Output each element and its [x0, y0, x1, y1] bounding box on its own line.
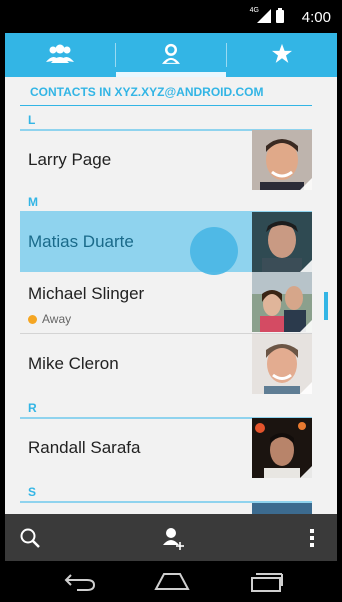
account-header-rule: [20, 105, 312, 106]
status-bar: 4G 4:00: [5, 0, 337, 33]
groups-icon: [46, 44, 74, 63]
contact-photo[interactable]: [252, 272, 312, 332]
contact-name: Matias Duarte: [28, 232, 134, 251]
overflow-menu-icon[interactable]: [309, 528, 315, 548]
recents-icon[interactable]: [250, 571, 284, 593]
scrollbar[interactable]: [324, 292, 328, 320]
away-status-icon: [28, 315, 37, 324]
star-icon: [272, 43, 292, 63]
account-header: CONTACTS IN XYZ.XYZ@ANDROID.COM: [30, 85, 264, 99]
section-header-s: S: [28, 485, 37, 499]
contact-photo-partial: [252, 503, 312, 514]
tab-favorites[interactable]: [227, 33, 337, 77]
search-icon[interactable]: [19, 527, 41, 549]
tab-bar: [5, 33, 337, 77]
tab-contacts[interactable]: [116, 33, 226, 77]
clock: 4:00: [301, 9, 331, 26]
phone-screen: 4G 4:00 CONTACTS IN XYZ.XYZ@ANDROID.COM …: [5, 0, 337, 602]
contact-photo[interactable]: [252, 212, 312, 272]
section-header-m: M: [28, 195, 38, 209]
contact-list[interactable]: CONTACTS IN XYZ.XYZ@ANDROID.COM L Larry …: [5, 77, 337, 514]
section-header-r: R: [28, 401, 37, 415]
list-item-matias-duarte[interactable]: Matias Duarte: [20, 212, 312, 272]
contact-photo[interactable]: [252, 334, 312, 394]
contact-name: Randall Sarafa: [28, 438, 141, 457]
section-header-l: L: [28, 113, 36, 127]
system-nav-bar: [5, 561, 337, 602]
contact-name: Larry Page: [28, 150, 112, 169]
list-item-michael-slinger[interactable]: Michael Slinger Away: [20, 272, 312, 332]
list-item-mike-cleron[interactable]: Mike Cleron: [20, 334, 312, 394]
home-icon[interactable]: [154, 571, 190, 591]
list-item-randall-sarafa[interactable]: Randall Sarafa: [20, 418, 312, 478]
tab-groups[interactable]: [5, 33, 115, 77]
list-item-larry-page[interactable]: Larry Page: [20, 130, 312, 190]
back-icon[interactable]: [63, 571, 97, 591]
contact-name: Mike Cleron: [28, 354, 119, 373]
contact-photo[interactable]: [252, 418, 312, 478]
battery-icon: [276, 8, 284, 23]
contact-photo[interactable]: [252, 130, 312, 190]
status-label: Away: [42, 312, 72, 326]
add-contact-icon[interactable]: [161, 526, 187, 552]
signal-icon: [257, 9, 271, 23]
presence-status: Away: [28, 312, 71, 326]
touch-indicator: [190, 227, 238, 275]
contact-name: Michael Slinger: [28, 284, 145, 303]
person-icon: [162, 43, 180, 64]
bottom-action-bar: [5, 514, 337, 561]
